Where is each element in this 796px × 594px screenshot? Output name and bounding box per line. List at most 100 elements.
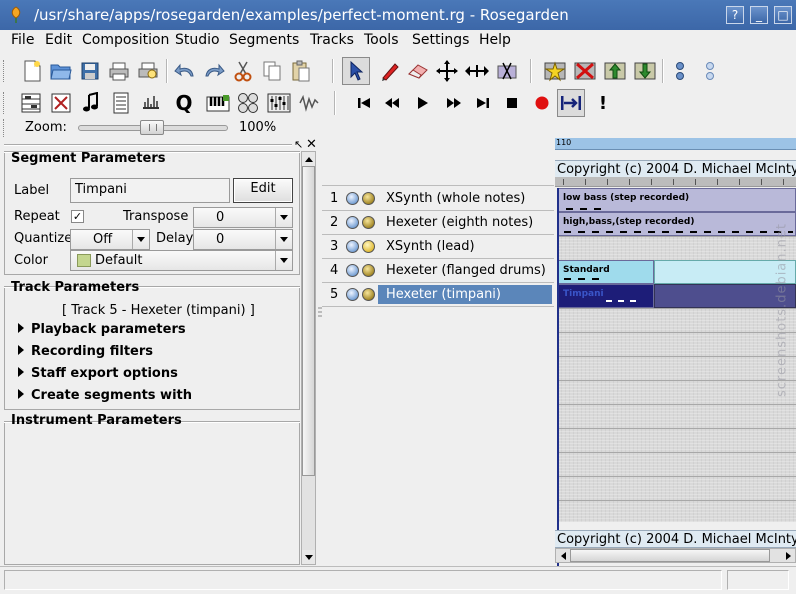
cut-icon[interactable] [229, 57, 257, 85]
scroll-left-icon[interactable] [556, 549, 570, 562]
menu-edit[interactable]: Edit [45, 32, 72, 48]
lane-divider [557, 380, 796, 381]
track-label[interactable]: XSynth (whole notes) [378, 189, 552, 208]
rewind-icon[interactable] [378, 89, 406, 117]
quantize-icon[interactable]: Q [170, 89, 198, 117]
scrollbar-thumb[interactable] [302, 166, 315, 476]
track-number: 5 [330, 287, 339, 302]
mute-led-icon[interactable] [346, 264, 359, 277]
fast-forward-to-end-icon[interactable] [469, 89, 497, 117]
menu-settings[interactable]: Settings [412, 32, 469, 48]
loop-icon[interactable] [557, 89, 585, 117]
dock-close-icon[interactable]: ✕ [306, 137, 317, 152]
move-tool-icon[interactable] [433, 57, 461, 85]
midi-keyboard-icon[interactable] [204, 89, 232, 117]
notation-editor-icon[interactable] [77, 89, 105, 117]
toolbar-grip[interactable] [3, 92, 6, 114]
canvas-horizontal-scrollbar[interactable] [555, 548, 796, 563]
scroll-right-icon[interactable] [781, 549, 795, 562]
mute-led-icon[interactable] [346, 192, 359, 205]
zoom-slider-handle[interactable] [140, 120, 164, 135]
redo-icon[interactable] [200, 57, 228, 85]
copy-icon[interactable] [258, 57, 286, 85]
record-led-icon[interactable] [362, 264, 375, 277]
menu-tracks[interactable]: Tracks [310, 32, 354, 48]
percussion-editor-icon[interactable] [47, 89, 75, 117]
device-manager-icon[interactable] [234, 89, 262, 117]
record-led-icon[interactable] [362, 216, 375, 229]
new-file-icon[interactable] [18, 57, 46, 85]
stop-icon[interactable] [498, 89, 526, 117]
dock-handle[interactable] [4, 144, 292, 146]
record-led-icon[interactable] [362, 240, 375, 253]
dock-undock-icon[interactable]: ↖ [294, 138, 303, 151]
panic-icon[interactable]: ! [589, 89, 617, 117]
print-preview-icon[interactable] [134, 57, 162, 85]
segment-low-bass[interactable]: low bass (step recorded) [557, 188, 796, 212]
mute-led-icon[interactable] [346, 288, 359, 301]
menu-file[interactable]: File [11, 32, 34, 48]
record-icon[interactable] [528, 89, 556, 117]
scroll-down-icon[interactable] [302, 550, 315, 564]
fast-forward-icon[interactable] [440, 89, 468, 117]
maximize-button[interactable]: □ [774, 6, 792, 24]
unmute-all-icon[interactable] [696, 57, 724, 85]
event-list-icon[interactable] [107, 89, 135, 117]
menu-studio[interactable]: Studio [175, 32, 220, 48]
audio-mixer-icon[interactable] [137, 89, 165, 117]
toolbar-grip[interactable] [3, 119, 6, 137]
mute-all-icon[interactable] [666, 57, 694, 85]
track-label[interactable]: Hexeter (flanged drums) [378, 261, 552, 280]
rewind-to-beginning-icon[interactable] [350, 89, 378, 117]
scrollbar-thumb[interactable] [570, 549, 770, 562]
menu-tools[interactable]: Tools [364, 32, 399, 48]
open-file-icon[interactable] [47, 57, 75, 85]
menu-segments[interactable]: Segments [229, 32, 299, 48]
help-button[interactable]: ? [726, 6, 744, 24]
segment-standard[interactable]: Standard [557, 260, 654, 284]
track-row[interactable]: 2 Hexeter (eighth notes) [322, 211, 554, 235]
track-row[interactable]: 3 XSynth (lead) [322, 235, 554, 259]
track-row[interactable]: 1 XSynth (whole notes) [322, 187, 554, 211]
track-lanes[interactable]: low bass (step recorded) high,bass,(step… [557, 188, 796, 566]
track-row[interactable]: 4 Hexeter (flanged drums) [322, 259, 554, 283]
track-label[interactable]: XSynth (lead) [378, 237, 552, 256]
paste-icon[interactable] [287, 57, 315, 85]
menu-help[interactable]: Help [479, 32, 511, 48]
add-tracks-icon[interactable] [541, 57, 569, 85]
save-file-icon[interactable] [76, 57, 104, 85]
mute-led-icon[interactable] [346, 240, 359, 253]
select-tool-icon[interactable] [342, 57, 370, 85]
print-icon[interactable] [105, 57, 133, 85]
resize-tool-icon[interactable] [463, 57, 491, 85]
segment-high-bass[interactable]: high,bass,(step recorded) [557, 212, 796, 236]
rosegarden-app-icon[interactable] [8, 6, 24, 24]
playback-pointer[interactable] [557, 188, 559, 566]
delete-track-icon[interactable] [571, 57, 599, 85]
move-track-up-icon[interactable] [601, 57, 629, 85]
matrix-editor-icon[interactable] [17, 89, 45, 117]
record-led-icon[interactable] [362, 192, 375, 205]
audio-device-icon[interactable] [295, 89, 323, 117]
scroll-up-icon[interactable] [302, 152, 315, 166]
midi-mixer-icon[interactable] [265, 89, 293, 117]
toolbar-grip[interactable] [3, 60, 6, 82]
track-row-selected[interactable]: 5 Hexeter (timpani) [322, 283, 554, 307]
menu-composition[interactable]: Composition [82, 32, 169, 48]
play-icon[interactable] [409, 89, 437, 117]
move-track-down-icon[interactable] [631, 57, 659, 85]
mute-led-icon[interactable] [346, 216, 359, 229]
erase-tool-icon[interactable] [404, 57, 432, 85]
undo-icon[interactable] [171, 57, 199, 85]
loop-ruler[interactable]: 110 [555, 138, 796, 150]
minimize-button[interactable]: _ [750, 6, 768, 24]
record-led-icon[interactable] [362, 288, 375, 301]
parameters-vertical-scrollbar[interactable] [301, 151, 316, 565]
segment-timpani[interactable]: Timpani [557, 284, 654, 308]
segment-canvas[interactable]: 110 Copyright (c) 2004 D. Michael McInty… [555, 138, 796, 566]
split-tool-icon[interactable] [493, 57, 521, 85]
draw-tool-icon[interactable] [376, 57, 404, 85]
bar-ruler[interactable] [555, 177, 796, 187]
track-label[interactable]: Hexeter (timpani) [378, 285, 552, 304]
track-label[interactable]: Hexeter (eighth notes) [378, 213, 552, 232]
